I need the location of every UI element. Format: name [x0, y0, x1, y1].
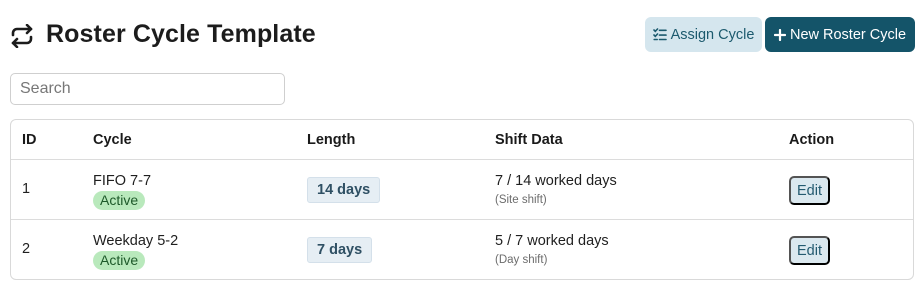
- shift-worked-days: 7 / 14 worked days: [495, 173, 617, 189]
- table-row: 1 FIFO 7-7 Active 14 days 7 / 14 worked …: [11, 160, 913, 220]
- new-roster-cycle-button[interactable]: New Roster Cycle: [765, 17, 915, 52]
- column-header-id: ID: [22, 132, 37, 148]
- shift-type: (Site shift): [495, 194, 547, 206]
- row-cycle: FIFO 7-7 Active: [93, 173, 151, 210]
- edit-button[interactable]: Edit: [789, 236, 830, 265]
- table-row: 2 Weekday 5-2 Active 7 days 5 / 7 worked…: [11, 220, 913, 279]
- checklist-icon: [652, 28, 667, 41]
- cycle-name: FIFO 7-7: [93, 173, 152, 189]
- length-badge: 14 days: [307, 177, 381, 203]
- plus-icon: [773, 28, 786, 41]
- search-input[interactable]: [10, 73, 285, 105]
- new-roster-cycle-label: New Roster Cycle: [789, 26, 907, 43]
- column-header-length: Length: [307, 132, 356, 148]
- column-header-cycle: Cycle: [93, 132, 132, 148]
- shift-type: (Day shift): [495, 254, 548, 266]
- roster-cycle-table: ID Cycle Length Shift Data Action 1 FIFO…: [10, 119, 914, 280]
- column-header-shift-data: Shift Data: [495, 132, 563, 148]
- row-id: 2: [22, 241, 31, 257]
- status-badge: Active: [93, 251, 146, 270]
- row-shift-data: 7 / 14 worked days (Site shift): [495, 173, 617, 208]
- assign-cycle-button[interactable]: Assign Cycle: [645, 17, 762, 52]
- page-title: Roster Cycle Template: [46, 20, 316, 48]
- table-header-row: ID Cycle Length Shift Data Action: [11, 120, 913, 160]
- column-header-action: Action: [789, 132, 835, 148]
- page-header: Roster Cycle Template Assign Cycle New R…: [0, 0, 924, 70]
- edit-button[interactable]: Edit: [789, 176, 830, 205]
- shift-worked-days: 5 / 7 worked days: [495, 233, 609, 249]
- row-shift-data: 5 / 7 worked days (Day shift): [495, 233, 609, 268]
- assign-cycle-label: Assign Cycle: [670, 26, 755, 43]
- status-badge: Active: [93, 191, 146, 210]
- repeat-icon: [10, 23, 34, 49]
- row-id: 1: [22, 181, 31, 197]
- row-cycle: Weekday 5-2 Active: [93, 233, 178, 270]
- length-badge: 7 days: [307, 237, 373, 263]
- cycle-name: Weekday 5-2: [93, 233, 179, 249]
